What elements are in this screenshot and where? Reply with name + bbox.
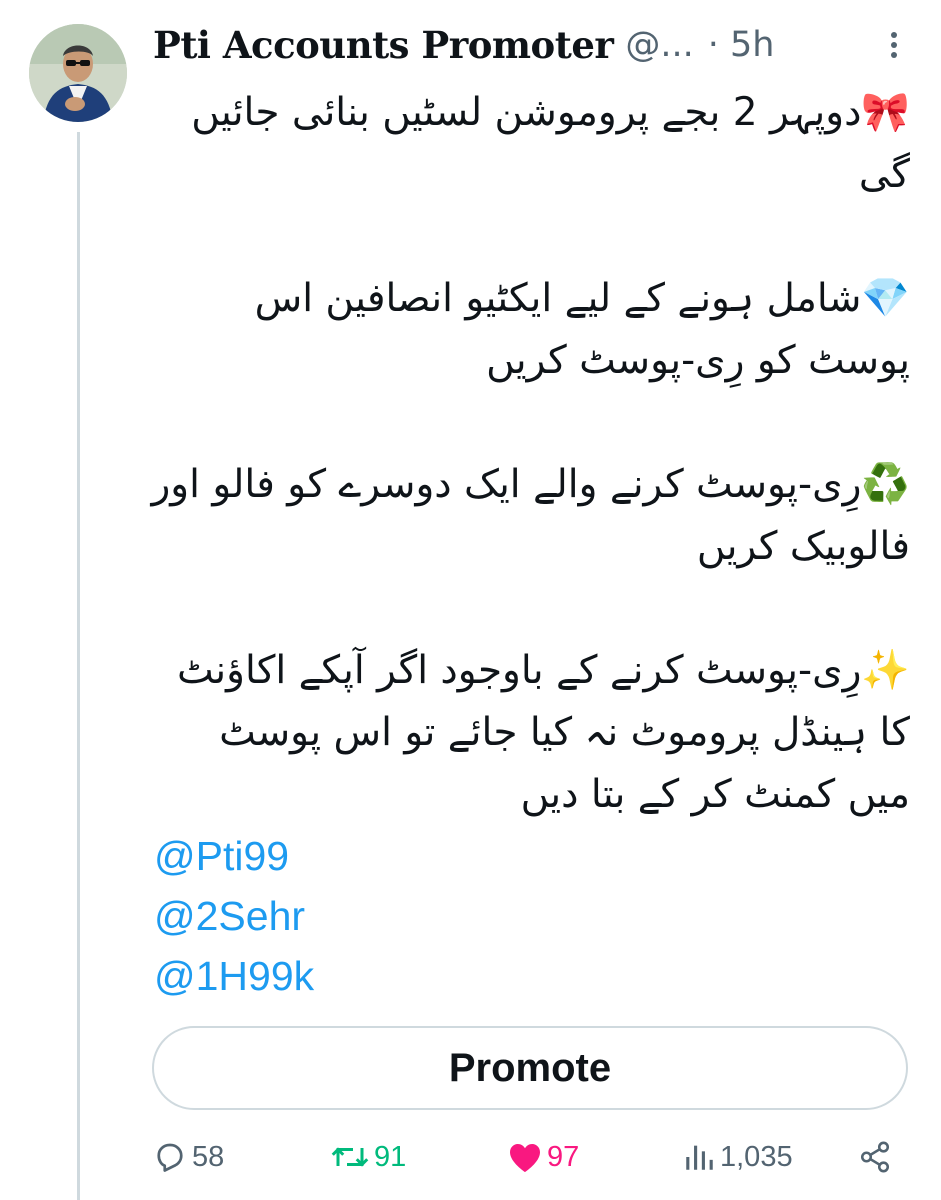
post-paragraph: ♻️رِی-پوسٹ کرنے والے ایک دوسرے کو فالو ا…: [151, 462, 910, 569]
display-name[interactable]: Pti Accounts Promoter: [153, 23, 614, 67]
mention-link[interactable]: @Pti99: [154, 826, 314, 886]
repost-count: 91: [374, 1140, 407, 1173]
view-count: 1,035: [720, 1140, 793, 1173]
avatar[interactable]: [29, 24, 127, 122]
post-header: Pti Accounts Promoter @... · 5h: [153, 18, 923, 72]
views-button[interactable]: 1,035: [682, 1132, 793, 1182]
timestamp[interactable]: · 5h: [708, 25, 775, 65]
share-icon: [860, 1141, 890, 1173]
like-count: 97: [547, 1140, 580, 1173]
mentions-list: @Pti99 @2Sehr @1H99k: [154, 826, 314, 1006]
reply-icon: [157, 1143, 183, 1172]
post-paragraph: ✨رِی-پوسٹ کرنے کے باوجود اگر آپکے اکاؤنٹ…: [176, 648, 910, 817]
mention-link[interactable]: @1H99k: [154, 946, 314, 1006]
like-button[interactable]: 97: [507, 1132, 579, 1182]
post-paragraph: 🎀دوپہر 2 بجے پروموشن لسٹیں بنائی جائیں گ…: [191, 90, 910, 197]
reply-button[interactable]: 58: [152, 1132, 224, 1182]
share-button[interactable]: [858, 1132, 896, 1182]
post-paragraph: 💎شامل ہونے کے لیے ایکٹیو انصافین اس پوسٹ…: [254, 276, 910, 383]
repost-button[interactable]: 91: [330, 1132, 406, 1182]
more-options-icon[interactable]: [881, 30, 907, 60]
views-icon: [686, 1145, 713, 1170]
action-bar: 58 91 97 1,035: [152, 1132, 912, 1182]
promote-button[interactable]: Promote: [152, 1026, 908, 1110]
post-text: 🎀دوپہر 2 بجے پروموشن لسٹیں بنائی جائیں گ…: [150, 82, 910, 826]
profile-photo-icon: [29, 24, 127, 122]
repost-icon: [331, 1147, 369, 1167]
user-handle[interactable]: @...: [625, 25, 693, 65]
reply-count: 58: [192, 1140, 225, 1173]
heart-icon: [510, 1143, 540, 1172]
thread-line: [77, 132, 80, 1200]
mention-link[interactable]: @2Sehr: [154, 886, 314, 946]
